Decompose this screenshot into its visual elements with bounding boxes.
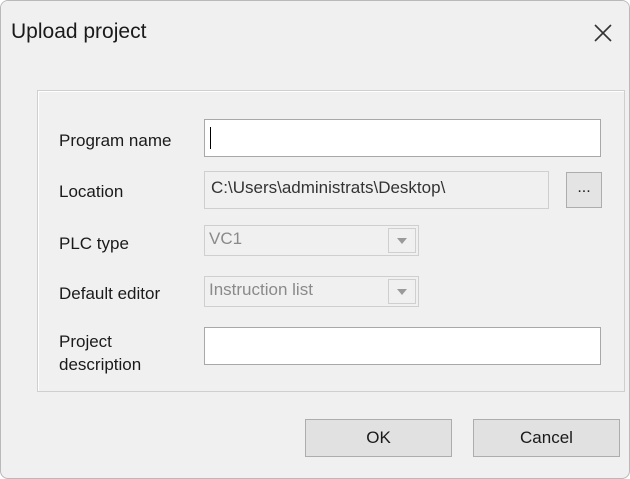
default-editor-dropdown-button[interactable] — [388, 279, 416, 304]
close-icon — [594, 24, 612, 42]
plc-type-dropdown-button[interactable] — [388, 228, 416, 253]
location-label: Location — [59, 182, 124, 201]
text-caret — [210, 127, 211, 149]
dialog-title: Upload project — [11, 20, 147, 43]
program-name-label: Program name — [59, 131, 172, 150]
ok-button[interactable]: OK — [305, 419, 452, 457]
project-description-label-line2: description — [59, 355, 142, 374]
project-description-input[interactable] — [204, 327, 601, 365]
location-field: C:\Users\administrats\Desktop\ — [204, 171, 549, 209]
default-editor-select[interactable]: Instruction list — [204, 276, 419, 307]
program-name-input[interactable] — [204, 119, 601, 157]
upload-project-dialog: Upload project Program name Location C:\… — [0, 0, 630, 479]
browse-button[interactable]: ... — [566, 172, 602, 208]
plc-type-label: PLC type — [59, 234, 129, 253]
chevron-down-icon — [397, 238, 407, 244]
title-bar: Upload project — [1, 1, 629, 63]
chevron-down-icon — [397, 289, 407, 295]
close-button[interactable] — [589, 19, 617, 47]
default-editor-value: Instruction list — [209, 280, 313, 299]
default-editor-label: Default editor — [59, 284, 161, 303]
cancel-button[interactable]: Cancel — [473, 419, 620, 457]
plc-type-value: VC1 — [209, 229, 243, 248]
plc-type-select[interactable]: VC1 — [204, 225, 419, 256]
project-description-label-line1: Project — [59, 332, 112, 351]
